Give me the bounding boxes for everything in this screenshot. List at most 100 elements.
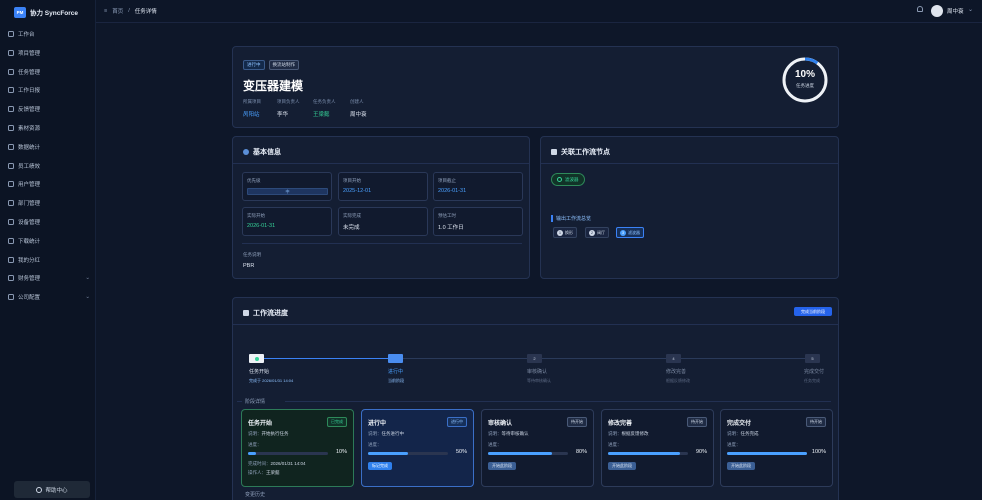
field-label: 项目开始: [343, 178, 361, 183]
meta-value[interactable]: 呙阳站: [243, 110, 261, 118]
sidebar-item[interactable]: 项目管理: [8, 47, 90, 59]
workflow-step-active[interactable]: 3 滤波器: [616, 227, 644, 238]
stats-icon: [8, 143, 14, 150]
divider: [242, 243, 522, 244]
sidebar-item-label: 工作台: [18, 32, 35, 38]
feedback-icon: [8, 106, 14, 113]
divider: [233, 324, 838, 325]
mark-complete-button[interactable]: 标记完成: [368, 462, 392, 470]
complete-stage-button[interactable]: 完成当前阶段: [794, 307, 832, 316]
workflow-title: 关联工作流节点: [551, 147, 610, 157]
chevron-down-icon: ⌄: [85, 275, 90, 282]
meta-value: 王梁懿: [313, 112, 330, 118]
step-label: 滤波器: [628, 229, 640, 235]
breadcrumb-home[interactable]: 首页: [112, 7, 123, 15]
stage-progress-label: 进度：: [368, 442, 382, 447]
status-badge: 待开始: [806, 417, 826, 427]
start-stage-button[interactable]: 开始此阶段: [488, 462, 516, 470]
device-icon: [8, 219, 14, 225]
stage-desc: 说明：开始执行任务: [248, 431, 289, 437]
sidebar-item-label: 任务管理: [18, 69, 41, 76]
start-stage-button[interactable]: 开始此阶段: [608, 462, 636, 470]
meta-label: 项目负责人: [277, 99, 300, 104]
meta-project-owner: 项目负责人 李华: [277, 99, 300, 118]
sidebar-item[interactable]: 我的分红: [8, 254, 90, 266]
sidebar-item[interactable]: 反馈管理: [8, 103, 90, 115]
sidebar-item-label: 反馈管理: [18, 107, 41, 114]
stage-name: 修改完善: [608, 421, 633, 427]
section-title: 关联工作流节点: [561, 149, 610, 156]
workflow-node-chip[interactable]: 滤波器: [551, 173, 585, 186]
progress-title: 工作流进度: [243, 308, 288, 318]
start-stage-button[interactable]: 开始此阶段: [727, 462, 755, 470]
sidebar-item-label: 工作日报: [18, 88, 41, 95]
sidebar-item-label: 我的分红: [18, 257, 41, 264]
sidebar-item[interactable]: 下载统计: [8, 235, 90, 247]
sidebar-item-label: 员工绩效: [18, 163, 41, 170]
stage-name: 任务开始: [248, 421, 273, 427]
field-actual-finish: 实际完成 未完成: [338, 207, 428, 236]
stage-progress-fill: [248, 452, 256, 455]
sidebar-item-label: 部门管理: [18, 201, 41, 208]
sidebar-item[interactable]: 设备管理: [8, 216, 90, 228]
stage-card-revise: 修改完善 待开始 说明：根据反馈修改 进度： 90% 开始此阶段: [601, 409, 714, 487]
workflow-step[interactable]: 1 换形: [553, 227, 577, 238]
field-project-deadline: 项目截止 2026-01-31: [433, 172, 523, 201]
stage-card-review: 审核确认 待开始 说明：等待审核确认 进度： 80% 开始此阶段: [481, 409, 594, 487]
step-number: 1: [557, 229, 563, 236]
notification-bell-icon[interactable]: [917, 6, 923, 12]
sidebar-item[interactable]: 素材资源: [8, 122, 90, 134]
stage-desc-key: 说明：: [248, 431, 262, 436]
sidebar-item[interactable]: 部门管理: [8, 197, 90, 209]
field-value: 2025-12-01: [343, 188, 372, 194]
workflow-step[interactable]: 2 阀厅: [585, 227, 609, 238]
stage-progress-value: 50%: [455, 449, 467, 455]
user-menu-chevron-icon[interactable]: ⌄: [968, 6, 973, 13]
sidebar-item[interactable]: 公司配置 ⌄: [8, 291, 90, 303]
priority-bar: 中: [247, 188, 328, 195]
page-title: 变压器建模: [243, 79, 304, 93]
node-sub: 任务完成: [804, 378, 820, 383]
field-value: 未完成: [343, 225, 360, 231]
breadcrumb-current: 任务详情: [134, 9, 157, 15]
sidebar-item[interactable]: 财务管理 ⌄: [8, 272, 90, 284]
sidebar-item-label: 财务管理: [18, 276, 41, 283]
sidebar-item[interactable]: 工作台: [8, 28, 90, 40]
company-icon: [8, 294, 14, 301]
step-label: 阀厅: [597, 229, 605, 235]
sidebar-item[interactable]: 工作日报: [8, 84, 90, 96]
change-history-title: 变更历史: [245, 492, 266, 498]
chip-label: 滤波器: [565, 176, 579, 182]
username[interactable]: 周中衰: [947, 7, 964, 15]
meta-label: 任务负责人: [313, 99, 336, 104]
brand[interactable]: PM 协力 SyncForce: [14, 6, 78, 18]
stage-card-start: 任务开始 已完成 说明：开始执行任务 进度： 10% 完成时间：2026/01/…: [241, 409, 354, 487]
meta-value: 李华: [277, 112, 289, 118]
stage-desc: 说明：等待审核确认: [488, 431, 529, 437]
stage-progress-bar: [608, 452, 688, 455]
basic-info-title: 基本信息: [243, 147, 281, 157]
stage-progress-fill: [608, 452, 680, 455]
help-center-button[interactable]: 帮助中心: [14, 481, 90, 498]
sidebar-item[interactable]: 用户管理: [8, 178, 90, 190]
divider: [233, 163, 529, 164]
sidebar-item-label: 公司配置: [18, 295, 41, 302]
gauge-percent: 10%: [794, 69, 815, 80]
step-number: 2: [589, 229, 595, 236]
avatar[interactable]: [931, 5, 943, 17]
performance-icon: [8, 162, 14, 169]
field-label: 项目截止: [438, 178, 456, 183]
task-desc-label: 任务说明: [243, 252, 261, 257]
node-sub: 完成于 2026/01/31 14:04: [249, 378, 294, 383]
meta-project: 所属项目 呙阳站: [243, 99, 261, 118]
stage-progress-bar: [488, 452, 568, 455]
menu-toggle-icon[interactable]: ≡: [104, 8, 107, 14]
section-title: 基本信息: [253, 149, 281, 156]
stage-card-current: 进行中 进行中 说明：任务进行中 进度： 50% 标记完成: [361, 409, 474, 487]
field-project-start: 项目开始 2025-12-01: [338, 172, 428, 201]
sidebar-item[interactable]: 员工绩效: [8, 160, 90, 172]
sidebar-item-label: 素材资源: [18, 126, 41, 132]
sidebar-item[interactable]: 数据统计: [8, 141, 90, 153]
sidebar-item[interactable]: 任务管理: [8, 66, 90, 78]
node-sub: 根据反馈修改: [666, 378, 690, 383]
